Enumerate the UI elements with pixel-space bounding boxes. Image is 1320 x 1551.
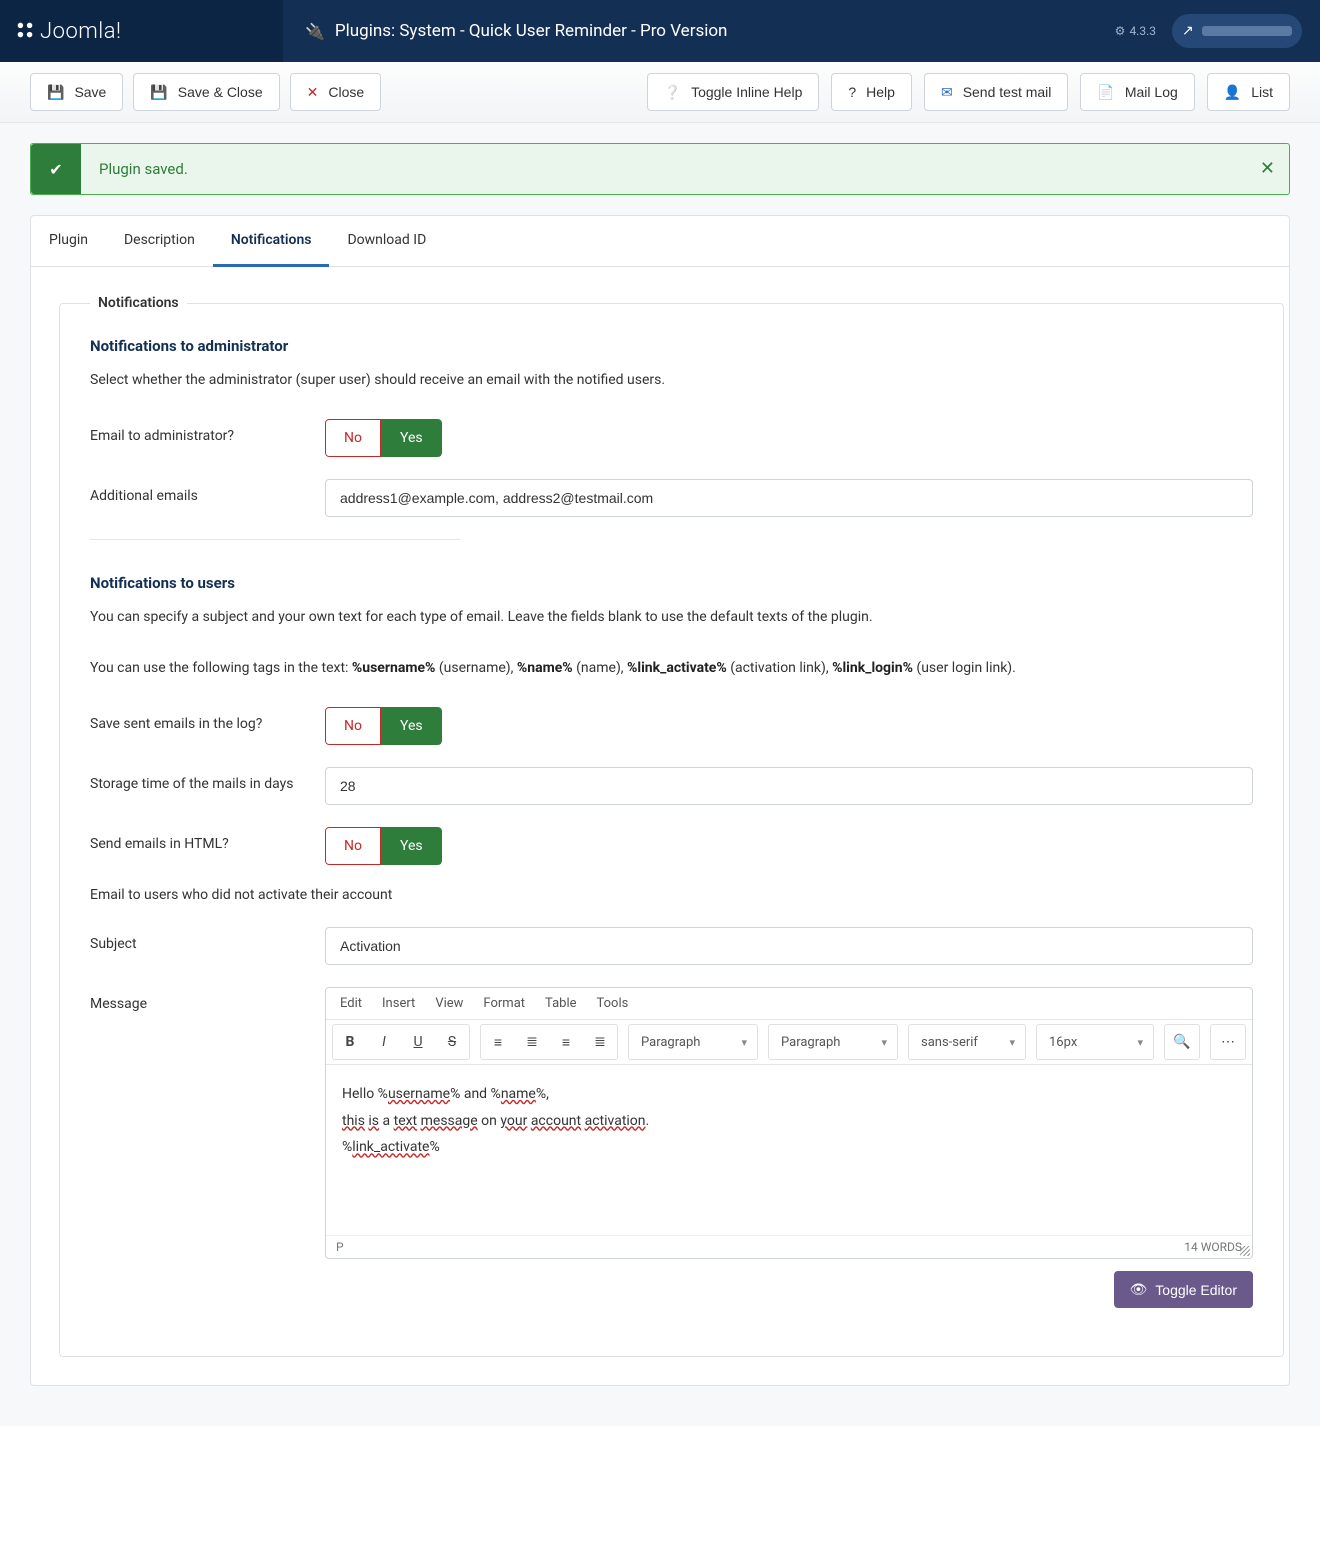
additional-emails-input[interactable] (325, 479, 1253, 517)
search-button[interactable]: 🔍 (1165, 1025, 1199, 1059)
italic-button[interactable]: I (367, 1025, 401, 1059)
editor-toolbar: B I U S ≡ ≣ ≡ ≣ (326, 1019, 1252, 1065)
editor-menubar: Edit Insert View Format Table Tools (326, 988, 1252, 1019)
external-link-icon: ↗ (1182, 23, 1194, 39)
html-email-label: Send emails in HTML? (90, 827, 325, 852)
save-log-no[interactable]: No (325, 707, 381, 745)
question-icon: ? (848, 84, 856, 100)
tab-plugin[interactable]: Plugin (31, 216, 106, 266)
save-log-toggle[interactable]: No Yes (325, 707, 442, 745)
bold-button[interactable]: B (333, 1025, 367, 1059)
email-admin-no[interactable]: No (325, 419, 381, 457)
save-button[interactable]: 💾Save (30, 73, 123, 111)
tab-download-id[interactable]: Download ID (329, 216, 444, 266)
align-justify-button[interactable]: ≣ (583, 1025, 617, 1059)
tab-description[interactable]: Description (106, 216, 213, 266)
menu-edit[interactable]: Edit (340, 996, 362, 1011)
toggle-editor-button[interactable]: 👁 Toggle Editor (1114, 1271, 1254, 1308)
activate-note: Email to users who did not activate thei… (90, 887, 1253, 903)
message-label: Message (90, 987, 325, 1012)
email-admin-toggle[interactable]: No Yes (325, 419, 442, 457)
user-section-desc2: You can use the following tags in the te… (90, 657, 1253, 679)
storage-time-label: Storage time of the mails in days (90, 767, 325, 792)
check-circle-icon: ✔ (31, 144, 81, 194)
save-log-yes[interactable]: Yes (381, 707, 442, 745)
editor-body[interactable]: Hello %username% and %name%, this is a t… (326, 1065, 1252, 1235)
email-admin-label: Email to administrator? (90, 419, 325, 444)
page-title: 🔌 Plugins: System - Quick User Reminder … (283, 21, 1115, 41)
strike-button[interactable]: S (435, 1025, 469, 1059)
subject-label: Subject (90, 927, 325, 952)
user-section-title: Notifications to users (90, 574, 1253, 592)
resize-handle[interactable] (1240, 1246, 1250, 1256)
admin-section-title: Notifications to administrator (90, 337, 1253, 355)
size-select[interactable]: 16px (1036, 1024, 1154, 1060)
save-close-button[interactable]: 💾Save & Close (133, 73, 279, 111)
align-left-button[interactable]: ≡ (481, 1025, 515, 1059)
plug-icon: 🔌 (305, 22, 325, 41)
question-circle-icon: ❔ (664, 84, 681, 101)
html-email-no[interactable]: No (325, 827, 381, 865)
align-right-button[interactable]: ≡ (549, 1025, 583, 1059)
format-select-2[interactable]: Paragraph (768, 1024, 898, 1060)
font-select[interactable]: sans-serif (908, 1024, 1026, 1060)
divider (90, 539, 460, 540)
list-button[interactable]: 👤List (1207, 73, 1290, 111)
admin-section-desc: Select whether the administrator (super … (90, 369, 1253, 391)
send-test-mail-button[interactable]: ✉Send test mail (924, 73, 1068, 111)
envelope-icon: ✉ (941, 84, 953, 101)
user-name-blur (1202, 26, 1292, 36)
close-button[interactable]: ✕Close (290, 73, 382, 111)
brand-area: Joomla! (0, 0, 283, 62)
menu-insert[interactable]: Insert (382, 996, 415, 1011)
user-section-desc1: You can specify a subject and your own t… (90, 606, 1253, 628)
close-icon: ✕ (307, 84, 319, 101)
save-icon: 💾 (47, 84, 64, 101)
underline-button[interactable]: U (401, 1025, 435, 1059)
menu-format[interactable]: Format (483, 996, 525, 1011)
toggle-inline-help-button[interactable]: ❔Toggle Inline Help (647, 73, 820, 111)
menu-view[interactable]: View (435, 996, 463, 1011)
menu-tools[interactable]: Tools (597, 996, 629, 1011)
tab-notifications[interactable]: Notifications (213, 216, 330, 267)
version-label: ⚙ 4.3.3 (1115, 24, 1156, 38)
html-email-yes[interactable]: Yes (381, 827, 442, 865)
more-button[interactable]: ⋯ (1211, 1025, 1245, 1059)
eye-icon: 👁 (1130, 1281, 1148, 1298)
save-log-label: Save sent emails in the log? (90, 707, 325, 732)
storage-time-input[interactable] (325, 767, 1253, 805)
additional-emails-label: Additional emails (90, 479, 325, 504)
save-icon: 💾 (150, 84, 167, 101)
joomla-icon (14, 19, 36, 41)
align-center-button[interactable]: ≣ (515, 1025, 549, 1059)
menu-table[interactable]: Table (545, 996, 576, 1011)
editor: Edit Insert View Format Table Tools B (325, 987, 1253, 1259)
editor-path: P (336, 1240, 344, 1254)
joomla-small-icon: ⚙ (1115, 24, 1126, 38)
mail-log-button[interactable]: 📄Mail Log (1080, 73, 1194, 111)
brand-logo: Joomla! (14, 19, 122, 44)
fieldset-legend: Notifications (90, 295, 187, 311)
user-icon: 👤 (1224, 84, 1241, 101)
file-icon: 📄 (1097, 84, 1114, 101)
html-email-toggle[interactable]: No Yes (325, 827, 442, 865)
tab-bar: Plugin Description Notifications Downloa… (31, 216, 1289, 267)
alert-close-button[interactable]: ✕ (1260, 158, 1275, 179)
user-menu[interactable]: ↗ (1172, 14, 1302, 48)
format-select-1[interactable]: Paragraph (628, 1024, 758, 1060)
editor-word-count: 14 WORDS (1184, 1240, 1242, 1254)
success-alert: ✔ Plugin saved. ✕ (30, 143, 1290, 195)
email-admin-yes[interactable]: Yes (381, 419, 442, 457)
alert-text: Plugin saved. (81, 144, 206, 194)
editor-statusbar: P 14 WORDS (326, 1235, 1252, 1258)
subject-input[interactable] (325, 927, 1253, 965)
help-button[interactable]: ?Help (831, 73, 912, 111)
